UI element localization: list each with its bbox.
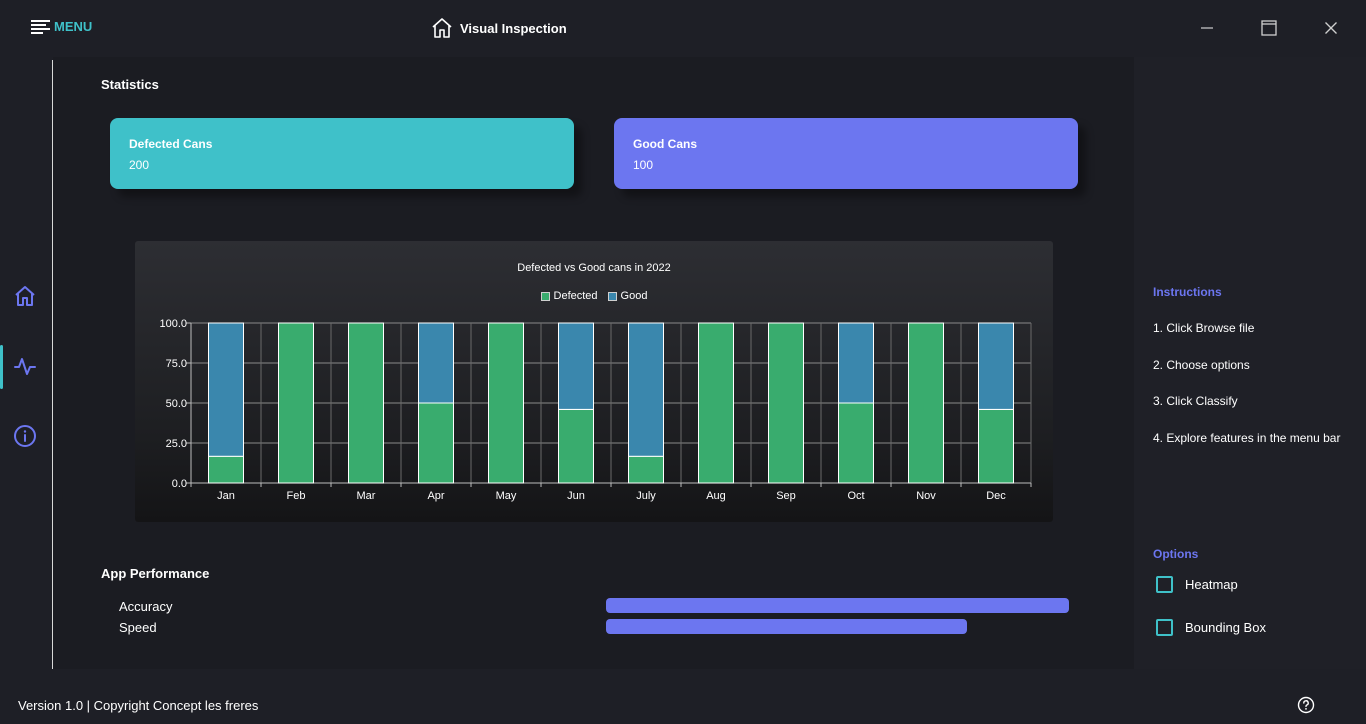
- close-icon: [1325, 22, 1337, 34]
- bar-defected-jun: [558, 408, 594, 484]
- app-title: Visual Inspection: [430, 16, 567, 40]
- info-icon: [14, 425, 36, 447]
- bar-defected-mar: [348, 322, 384, 484]
- menu-button[interactable]: MENU: [31, 19, 92, 34]
- x-tick-label: Sep: [776, 490, 796, 502]
- bar-good-dec: [978, 322, 1014, 410]
- menu-label: MENU: [54, 19, 93, 34]
- options-title: Options: [1153, 547, 1199, 561]
- bounding-box-checkbox[interactable]: Bounding Box: [1156, 619, 1266, 636]
- y-tick-label: 100.0: [159, 318, 187, 330]
- x-tick-label: Mar: [357, 490, 376, 502]
- bar-defected-nov: [908, 322, 944, 484]
- accuracy-label: Accuracy: [119, 599, 173, 614]
- activity-icon: [14, 358, 36, 375]
- stacked-bar-chart: 0.0 25.0 50.0 75.0 100.0 Jan Feb Mar Apr May Jun Ju…: [159, 318, 1032, 502]
- sidebar: [0, 57, 52, 669]
- speed-progress-bar: [606, 619, 967, 634]
- checkbox-label: Heatmap: [1185, 577, 1238, 592]
- chart-container: Defected vs Good cans in 2022 Defected G…: [135, 241, 1053, 522]
- good-cans-card: Good Cans 100: [614, 118, 1078, 189]
- sidebar-active-indicator: [0, 345, 3, 389]
- x-tick-label: Oct: [847, 490, 864, 502]
- x-tick-label: May: [496, 490, 517, 502]
- card-value: 200: [129, 158, 150, 172]
- bar-good-jun: [558, 322, 594, 410]
- maximize-icon: [1261, 20, 1277, 36]
- checkbox-box[interactable]: [1156, 619, 1173, 636]
- card-title: Good Cans: [633, 137, 698, 151]
- checkbox-box[interactable]: [1156, 576, 1173, 593]
- instructions-title: Instructions: [1153, 285, 1222, 299]
- x-tick-label: Feb: [287, 490, 306, 502]
- bar-good-july: [628, 322, 664, 457]
- bar-good-apr: [418, 322, 454, 404]
- app-title-text: Visual Inspection: [460, 20, 567, 36]
- x-tick-label: Aug: [706, 490, 726, 502]
- footer-text: Version 1.0 | Copyright Concept les frer…: [18, 698, 259, 713]
- y-tick-label: 75.0: [166, 358, 187, 370]
- bar-defected-jan: [208, 455, 244, 484]
- y-tick-label: 50.0: [166, 398, 187, 410]
- x-tick-label: July: [636, 490, 656, 502]
- minimize-button[interactable]: [1195, 17, 1219, 39]
- statistics-title: Statistics: [101, 77, 159, 92]
- bar-defected-dec: [978, 408, 1014, 484]
- x-tick-label: Jun: [567, 490, 585, 502]
- bar-defected-july: [628, 455, 664, 484]
- help-icon[interactable]: [1297, 696, 1315, 714]
- bar-defected-apr: [418, 402, 454, 484]
- bar-defected-feb: [278, 322, 314, 484]
- close-button[interactable]: [1319, 17, 1343, 39]
- y-tick-label: 0.0: [172, 478, 187, 490]
- x-tick-label: Jan: [217, 490, 235, 502]
- bar-good-oct: [838, 322, 874, 404]
- minimize-icon: [1201, 27, 1213, 29]
- footer: Version 1.0 | Copyright Concept les frer…: [0, 669, 1366, 724]
- maximize-button[interactable]: [1257, 17, 1281, 39]
- sidebar-item-info[interactable]: [12, 423, 38, 449]
- bar-defected-sep: [768, 322, 804, 484]
- instruction-step: 1. Click Browse file: [1153, 321, 1255, 335]
- bar-defected-aug: [698, 322, 734, 484]
- home-icon: [15, 286, 35, 306]
- speed-label: Speed: [119, 620, 157, 635]
- sidebar-item-statistics[interactable]: [12, 353, 38, 379]
- x-tick-label: Dec: [986, 490, 1006, 502]
- title-bar: MENU Visual Inspection: [0, 0, 1366, 57]
- x-tick-label: Apr: [427, 490, 444, 502]
- instruction-step: 3. Click Classify: [1153, 394, 1238, 408]
- bar-good-jan: [208, 322, 244, 457]
- main-content: Statistics Defected Cans 200 Good Cans 1…: [53, 57, 1134, 669]
- y-tick-label: 25.0: [166, 438, 187, 450]
- instruction-step: 4. Explore features in the menu bar: [1153, 431, 1341, 445]
- instruction-step: 2. Choose options: [1153, 358, 1250, 372]
- checkbox-label: Bounding Box: [1185, 620, 1266, 635]
- sidebar-item-home[interactable]: [12, 283, 38, 309]
- bar-defected-may: [488, 322, 524, 484]
- heatmap-checkbox[interactable]: Heatmap: [1156, 576, 1238, 593]
- menu-icon: [31, 19, 50, 34]
- card-title: Defected Cans: [129, 137, 213, 151]
- accuracy-progress-bar: [606, 598, 1069, 613]
- defected-cans-card: Defected Cans 200: [110, 118, 574, 189]
- x-tick-label: Nov: [916, 490, 936, 502]
- home-icon: [432, 18, 452, 38]
- bar-defected-oct: [838, 402, 874, 484]
- card-value: 100: [633, 158, 654, 172]
- right-panel: Instructions 1. Click Browse file 2. Cho…: [1134, 57, 1366, 669]
- app-performance-title: App Performance: [101, 566, 210, 581]
